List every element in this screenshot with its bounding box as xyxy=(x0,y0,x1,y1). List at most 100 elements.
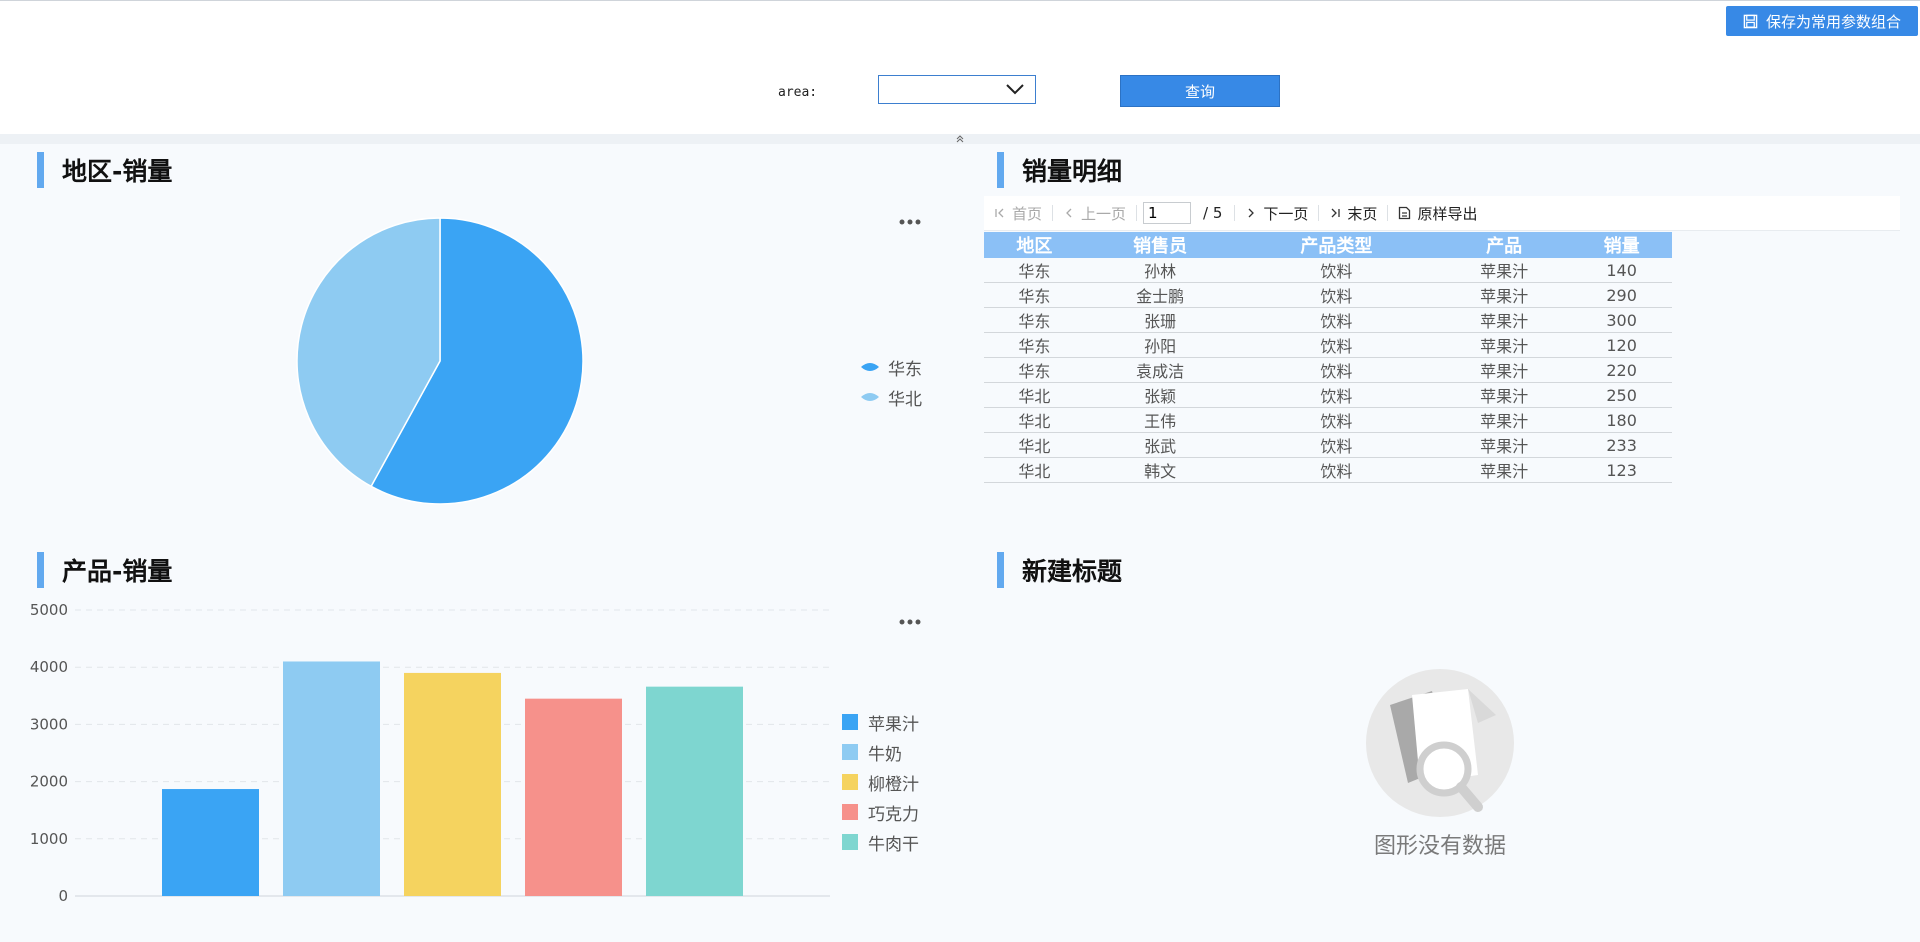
table-cell: 韩文 xyxy=(1084,457,1236,483)
table-cell: 苹果汁 xyxy=(1437,307,1572,333)
next-page-label: 下一页 xyxy=(1263,204,1309,223)
legend-swatch-icon xyxy=(861,393,879,401)
more-options-icon[interactable] xyxy=(898,618,922,626)
table-cell: 300 xyxy=(1571,307,1672,333)
no-data-magnifier-icon xyxy=(1366,669,1514,817)
table-cell: 饮料 xyxy=(1235,307,1438,333)
table-row: 华东 孙林 饮料 苹果汁 140 xyxy=(984,258,1672,283)
table-cell: 苹果汁 xyxy=(1437,457,1572,483)
table-cell: 华东 xyxy=(984,307,1085,333)
legend-label: 华北 xyxy=(888,389,922,410)
bar-legend: 苹果汁 牛奶柳橙汁巧克力牛肉干 xyxy=(842,707,919,857)
legend-item[interactable]: 牛奶 xyxy=(842,737,919,767)
table-cell: 饮料 xyxy=(1235,357,1438,383)
first-page-button[interactable]: 首页 xyxy=(984,203,1052,224)
column-header: 地区 xyxy=(984,232,1085,258)
title-accent-bar xyxy=(997,552,1004,588)
table-cell: 孙阳 xyxy=(1084,332,1236,358)
chevron-down-icon xyxy=(1006,84,1024,95)
save-param-combo-button[interactable]: 保存为常用参数组合 xyxy=(1726,6,1918,36)
table-cell: 苹果汁 xyxy=(1437,432,1572,458)
bar xyxy=(404,672,501,896)
table-cell: 苹果汁 xyxy=(1437,258,1572,283)
table-cell: 华东 xyxy=(984,258,1085,283)
empty-state-text: 图形没有数据 xyxy=(1373,834,1506,859)
legend-item[interactable]: 牛肉干 xyxy=(842,827,919,857)
table-row: 华东 袁成洁 饮料 苹果汁 220 xyxy=(984,357,1672,383)
table-cell: 华东 xyxy=(984,357,1085,383)
pie-widget-title: 地区-销量 xyxy=(37,152,172,188)
legend-item[interactable]: 苹果汁 xyxy=(842,707,919,737)
table-cell: 张颖 xyxy=(1084,382,1236,408)
table-row: 华东 金士鹏 饮料 苹果汁 290 xyxy=(984,282,1672,308)
sales-detail-table: 地区 销售员 产品类型 产品 销量 华东 孙林 饮料 苹果汁 140 华东 金士鹏 饮料 苹果汁… xyxy=(984,232,1672,483)
legend-item[interactable]: 巧克力 xyxy=(842,797,919,827)
legend-label: 苹果汁 xyxy=(868,714,919,735)
table-cell: 张珊 xyxy=(1084,307,1236,333)
prev-page-label: 上一页 xyxy=(1081,204,1127,223)
first-page-label: 首页 xyxy=(1012,204,1043,223)
column-header: 产品 xyxy=(1437,232,1572,258)
table-cell: 饮料 xyxy=(1235,407,1438,433)
table-cell: 苹果汁 xyxy=(1437,357,1572,383)
detail-widget-title: 销量明细 xyxy=(997,152,1122,188)
prev-page-button[interactable]: 上一页 xyxy=(1053,203,1136,224)
export-button[interactable]: 原样导出 xyxy=(1388,203,1487,224)
table-cell: 华北 xyxy=(984,407,1085,433)
area-select[interactable] xyxy=(878,75,1036,104)
table-cell: 140 xyxy=(1571,258,1672,283)
legend-swatch xyxy=(842,744,858,760)
export-label: 原样导出 xyxy=(1417,204,1478,223)
table-cell: 233 xyxy=(1571,432,1672,458)
y-tick-label: 1000 xyxy=(30,830,68,848)
legend-label: 柳橙汁 xyxy=(868,774,919,795)
legend-item[interactable]: 柳橙汁 xyxy=(842,767,919,797)
table-cell: 孙林 xyxy=(1084,258,1236,283)
query-button[interactable]: 查询 xyxy=(1120,75,1280,107)
legend-swatch-icon xyxy=(861,363,879,371)
table-cell: 180 xyxy=(1571,407,1672,433)
y-tick-label: 4000 xyxy=(30,658,68,676)
title-accent-bar xyxy=(37,552,44,588)
last-page-icon xyxy=(1331,208,1341,218)
table-row: 华东 张珊 饮料 苹果汁 300 xyxy=(984,307,1672,333)
column-header: 销量 xyxy=(1571,232,1672,258)
legend-label: 牛肉干 xyxy=(868,834,919,855)
table-cell: 华北 xyxy=(984,457,1085,483)
more-options-icon[interactable] xyxy=(898,218,922,226)
pie-legend: 华东 华北 xyxy=(860,352,922,412)
table-row: 华北 张颖 饮料 苹果汁 250 xyxy=(984,382,1672,408)
table-cell: 苹果汁 xyxy=(1437,382,1572,408)
bar xyxy=(162,789,259,896)
pager-divider xyxy=(1136,205,1138,221)
title-accent-bar xyxy=(997,152,1004,188)
table-row: 华东 孙阳 饮料 苹果汁 120 xyxy=(984,332,1672,358)
export-document-icon xyxy=(1399,206,1411,220)
legend-label: 巧克力 xyxy=(868,804,919,825)
table-cell: 250 xyxy=(1571,382,1672,408)
table-header-row: 地区 销售员 产品类型 产品 销量 xyxy=(984,232,1672,258)
last-page-button[interactable]: 末页 xyxy=(1319,203,1387,224)
column-header: 销售员 xyxy=(1084,232,1236,258)
table-row: 华北 王伟 饮料 苹果汁 180 xyxy=(984,407,1672,433)
legend-item[interactable]: 华北 xyxy=(860,382,922,412)
pie-widget-title-text: 地区-销量 xyxy=(62,157,173,186)
table-cell: 苹果汁 xyxy=(1437,282,1572,308)
table-cell: 220 xyxy=(1571,357,1672,383)
legend-item[interactable]: 华东 xyxy=(860,352,922,382)
legend-label: 华东 xyxy=(888,359,922,380)
column-header: 产品类型 xyxy=(1235,232,1438,258)
legend-swatch xyxy=(842,714,858,730)
next-page-button[interactable]: 下一页 xyxy=(1235,203,1318,224)
table-cell: 饮料 xyxy=(1235,382,1438,408)
table-cell: 饮料 xyxy=(1235,332,1438,358)
y-tick-label: 2000 xyxy=(30,773,68,791)
table-cell: 苹果汁 xyxy=(1437,407,1572,433)
table-row: 华北 韩文 饮料 苹果汁 123 xyxy=(984,457,1672,483)
table-cell: 华北 xyxy=(984,382,1085,408)
table-cell: 饮料 xyxy=(1235,282,1438,308)
collapse-up-icon[interactable] xyxy=(954,134,966,144)
bar xyxy=(283,661,380,896)
area-label: area: xyxy=(778,85,818,100)
page-number-input[interactable] xyxy=(1143,202,1192,224)
